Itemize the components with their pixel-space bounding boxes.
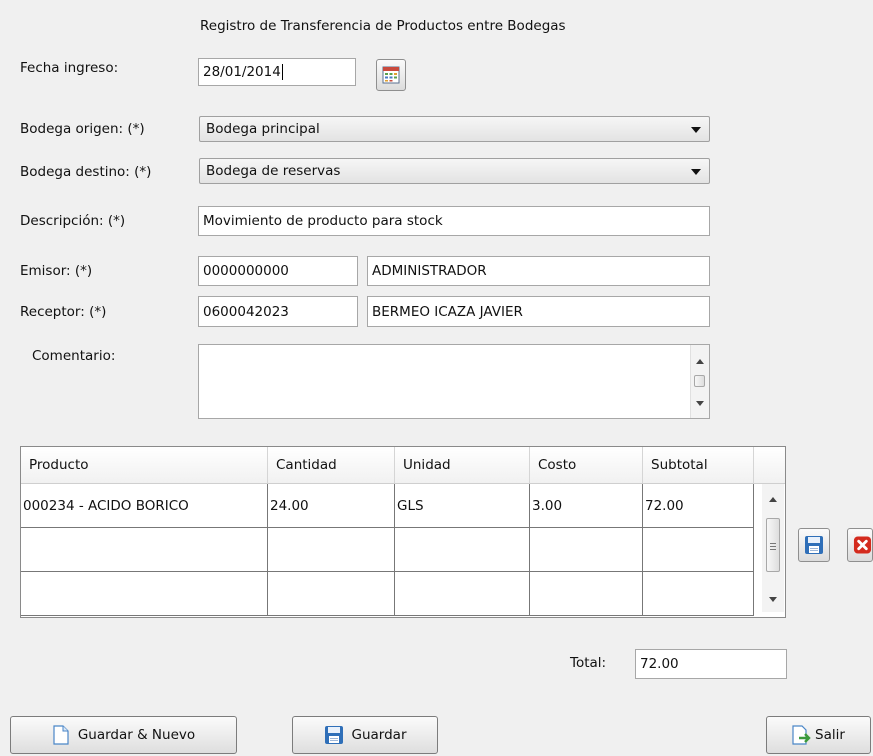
- descripcion-value: Movimiento de producto para stock: [203, 213, 443, 229]
- comentario-scrollbar[interactable]: [690, 345, 709, 418]
- receptor-name-input[interactable]: BERMEO ICAZA JAVIER: [367, 296, 710, 327]
- bodega-destino-label: Bodega destino: (*): [20, 164, 152, 180]
- emisor-name-input[interactable]: ADMINISTRADOR: [367, 256, 710, 286]
- emisor-label: Emisor: (*): [20, 263, 93, 279]
- table-cell[interactable]: [643, 528, 754, 572]
- scroll-thumb[interactable]: [766, 518, 780, 572]
- guardar-label: Guardar: [351, 727, 407, 743]
- document-icon: [53, 725, 69, 745]
- chevron-down-icon: [691, 127, 701, 133]
- floppy-disk-icon: [324, 726, 343, 744]
- column-header-costo[interactable]: Costo: [530, 447, 643, 484]
- emisor-id-value: 0000000000: [203, 263, 289, 279]
- fecha-input[interactable]: 28/01/2014: [198, 58, 356, 86]
- bodega-origen-value: Bodega principal: [206, 121, 320, 137]
- table-cell[interactable]: [530, 528, 643, 572]
- scroll-down-icon[interactable]: [769, 597, 777, 602]
- total-label: Total:: [570, 655, 607, 671]
- table-cell[interactable]: [643, 572, 754, 616]
- scroll-thumb[interactable]: [694, 375, 705, 387]
- fecha-label: Fecha ingreso:: [20, 60, 119, 76]
- save-row-button[interactable]: [798, 528, 830, 562]
- table-cell[interactable]: [395, 528, 530, 572]
- table-cell[interactable]: [21, 528, 268, 572]
- total-value: 72.00: [640, 656, 679, 672]
- receptor-id-input[interactable]: 0600042023: [198, 296, 358, 327]
- column-header-cantidad[interactable]: Cantidad: [268, 447, 395, 484]
- table-cell[interactable]: 3.00: [530, 484, 643, 528]
- page-title: Registro de Transferencia de Productos e…: [200, 18, 566, 34]
- receptor-name-value: BERMEO ICAZA JAVIER: [372, 303, 523, 320]
- column-header-producto[interactable]: Producto: [21, 447, 268, 484]
- scroll-up-icon[interactable]: [769, 497, 777, 502]
- total-field: 72.00: [635, 649, 787, 679]
- table-cell[interactable]: [530, 572, 643, 616]
- scroll-down-icon[interactable]: [696, 401, 704, 406]
- guardar-nuevo-button[interactable]: Guardar & Nuevo: [10, 716, 237, 754]
- scroll-up-icon[interactable]: [696, 359, 704, 364]
- delete-x-icon: [853, 536, 872, 554]
- calendar-icon: [382, 66, 400, 84]
- floppy-disk-icon: [805, 536, 823, 554]
- comentario-label: Comentario:: [32, 348, 116, 364]
- receptor-label: Receptor: (*): [20, 304, 107, 320]
- table-cell[interactable]: GLS: [395, 484, 530, 528]
- bodega-origen-select[interactable]: Bodega principal: [199, 116, 710, 142]
- header-filler: [754, 447, 785, 484]
- guardar-button[interactable]: Guardar: [292, 716, 438, 754]
- text-cursor: [281, 64, 283, 80]
- delete-row-button[interactable]: [847, 528, 873, 562]
- table-cell[interactable]: [268, 528, 395, 572]
- table-cell[interactable]: [268, 572, 395, 616]
- table-cell[interactable]: 24.00: [268, 484, 395, 528]
- table-cell[interactable]: [395, 572, 530, 616]
- table-scrollbar[interactable]: [762, 484, 784, 612]
- bodega-origen-label: Bodega origen: (*): [20, 121, 145, 137]
- descripcion-label: Descripción: (*): [20, 213, 126, 229]
- table-cell[interactable]: 000234 - ACIDO BORICO: [21, 484, 268, 528]
- emisor-id-input[interactable]: 0000000000: [198, 256, 358, 286]
- guardar-nuevo-label: Guardar & Nuevo: [77, 727, 196, 743]
- bodega-destino-select[interactable]: Bodega de reservas: [199, 158, 710, 184]
- table-cell[interactable]: 72.00: [643, 484, 754, 528]
- calendar-button[interactable]: [376, 59, 406, 91]
- table-cell[interactable]: [21, 572, 268, 616]
- salir-label: Salir: [815, 727, 845, 743]
- exit-door-icon: [792, 725, 811, 745]
- chevron-down-icon: [691, 169, 701, 175]
- productos-table[interactable]: Producto Cantidad Unidad Costo Subtotal …: [20, 446, 786, 618]
- column-header-subtotal[interactable]: Subtotal: [643, 447, 754, 484]
- emisor-name-value: ADMINISTRADOR: [372, 263, 487, 279]
- comentario-textarea[interactable]: [198, 344, 710, 419]
- column-header-unidad[interactable]: Unidad: [395, 447, 530, 484]
- fecha-value: 28/01/2014: [203, 64, 281, 80]
- bodega-destino-value: Bodega de reservas: [206, 163, 341, 179]
- receptor-id-value: 0600042023: [203, 303, 289, 320]
- descripcion-input[interactable]: Movimiento de producto para stock: [198, 206, 710, 236]
- salir-button[interactable]: Salir: [766, 716, 871, 754]
